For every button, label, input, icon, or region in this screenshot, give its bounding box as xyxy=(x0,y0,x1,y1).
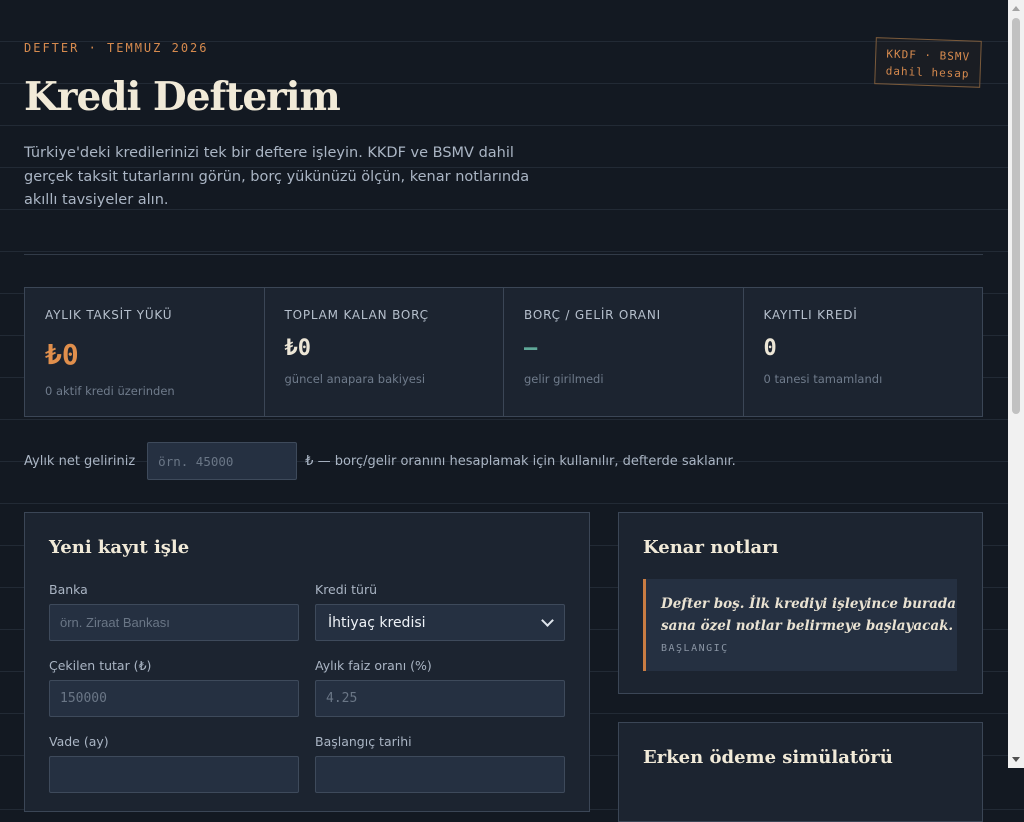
header-divider xyxy=(24,254,983,255)
stat-value: ₺0 xyxy=(284,336,312,361)
page-scrollbar[interactable] xyxy=(1008,0,1024,768)
scroll-down-arrow-icon[interactable] xyxy=(1012,757,1020,762)
bank-input[interactable] xyxy=(49,604,299,641)
stat-sub: gelir girilmedi xyxy=(524,372,604,386)
simulator-title: Erken ödeme simülatörü xyxy=(643,747,893,768)
scrollbar-thumb[interactable] xyxy=(1012,18,1020,414)
stat-value: ₺0 xyxy=(45,338,79,371)
income-hint: ₺ — borç/gelir oranını hesaplamak için k… xyxy=(305,453,736,469)
stat-registered-loans: KAYITLI KREDİ 0 0 tanesi tamamlandı xyxy=(744,288,983,416)
stat-label: AYLIK TAKSİT YÜKÜ xyxy=(45,308,173,322)
stat-monthly-installment: AYLIK TAKSİT YÜKÜ ₺0 0 aktif kredi üzeri… xyxy=(25,288,265,416)
margin-note-tag: BAŞLANGIÇ xyxy=(661,643,729,654)
stat-total-debt: TOPLAM KALAN BORÇ ₺0 güncel anapara baki… xyxy=(265,288,504,416)
summary-stats: AYLIK TAKSİT YÜKÜ ₺0 0 aktif kredi üzeri… xyxy=(24,287,983,417)
stat-label: TOPLAM KALAN BORÇ xyxy=(284,308,429,322)
page-title: Kredi Defterim xyxy=(24,74,341,120)
start-date-input[interactable] xyxy=(315,756,565,793)
stat-value: 0 xyxy=(763,336,777,361)
stat-label: KAYITLI KREDİ xyxy=(763,308,858,322)
margin-notes-title: Kenar notları xyxy=(643,537,779,558)
stat-sub: 0 tanesi tamamlandı xyxy=(763,372,883,386)
scroll-up-arrow-icon[interactable] xyxy=(1012,6,1020,11)
page: DEFTER · TEMMUZ 2026 Kredi Defterim Türk… xyxy=(0,0,1008,822)
bank-label: Banka xyxy=(49,582,88,597)
new-loan-form: Yeni kayıt işle Banka Kredi türü İhtiyaç… xyxy=(24,512,590,812)
amount-label: Çekilen tutar (₺) xyxy=(49,658,152,673)
form-title: Yeni kayıt işle xyxy=(49,537,190,558)
amount-input[interactable] xyxy=(49,680,299,717)
margin-notes-panel: Kenar notları Defter boş. İlk krediyi iş… xyxy=(618,512,983,694)
stat-label: BORÇ / GELİR ORANI xyxy=(524,308,661,322)
stat-sub: 0 aktif kredi üzerinden xyxy=(45,384,175,398)
rate-label: Aylık faiz oranı (%) xyxy=(315,658,432,673)
start-date-label: Başlangıç tarihi xyxy=(315,734,412,749)
ledger-date-eyebrow: DEFTER · TEMMUZ 2026 xyxy=(24,41,209,55)
loan-type-select[interactable]: İhtiyaç kredisi xyxy=(315,604,565,641)
early-payment-simulator: Erken ödeme simülatörü xyxy=(618,722,983,822)
income-label: Aylık net geliriniz xyxy=(24,453,136,469)
stamp-line-2: dahil hesap xyxy=(885,64,970,81)
margin-note: Defter boş. İlk krediyi işleyince burada… xyxy=(643,579,957,671)
stat-sub: güncel anapara bakiyesi xyxy=(284,372,426,386)
income-row: Aylık net geliriniz ₺ — borç/gelir oranı… xyxy=(24,442,736,480)
term-input[interactable] xyxy=(49,756,299,793)
chevron-down-icon xyxy=(541,613,554,627)
margin-note-text: Defter boş. İlk krediyi işleyince burada… xyxy=(661,596,957,634)
kkdf-bsmv-stamp: KKDF · BSMV dahil hesap xyxy=(874,37,982,88)
stat-value: — xyxy=(524,336,538,361)
stat-debt-income-ratio: BORÇ / GELİR ORANI — gelir girilmedi xyxy=(504,288,744,416)
loan-type-value: İhtiyaç kredisi xyxy=(328,614,426,631)
loan-type-label: Kredi türü xyxy=(315,582,378,597)
rate-input[interactable] xyxy=(315,680,565,717)
income-input[interactable] xyxy=(147,442,298,480)
page-intro: Türkiye'deki kredilerinizi tek bir defte… xyxy=(24,145,530,208)
term-label: Vade (ay) xyxy=(49,734,109,749)
